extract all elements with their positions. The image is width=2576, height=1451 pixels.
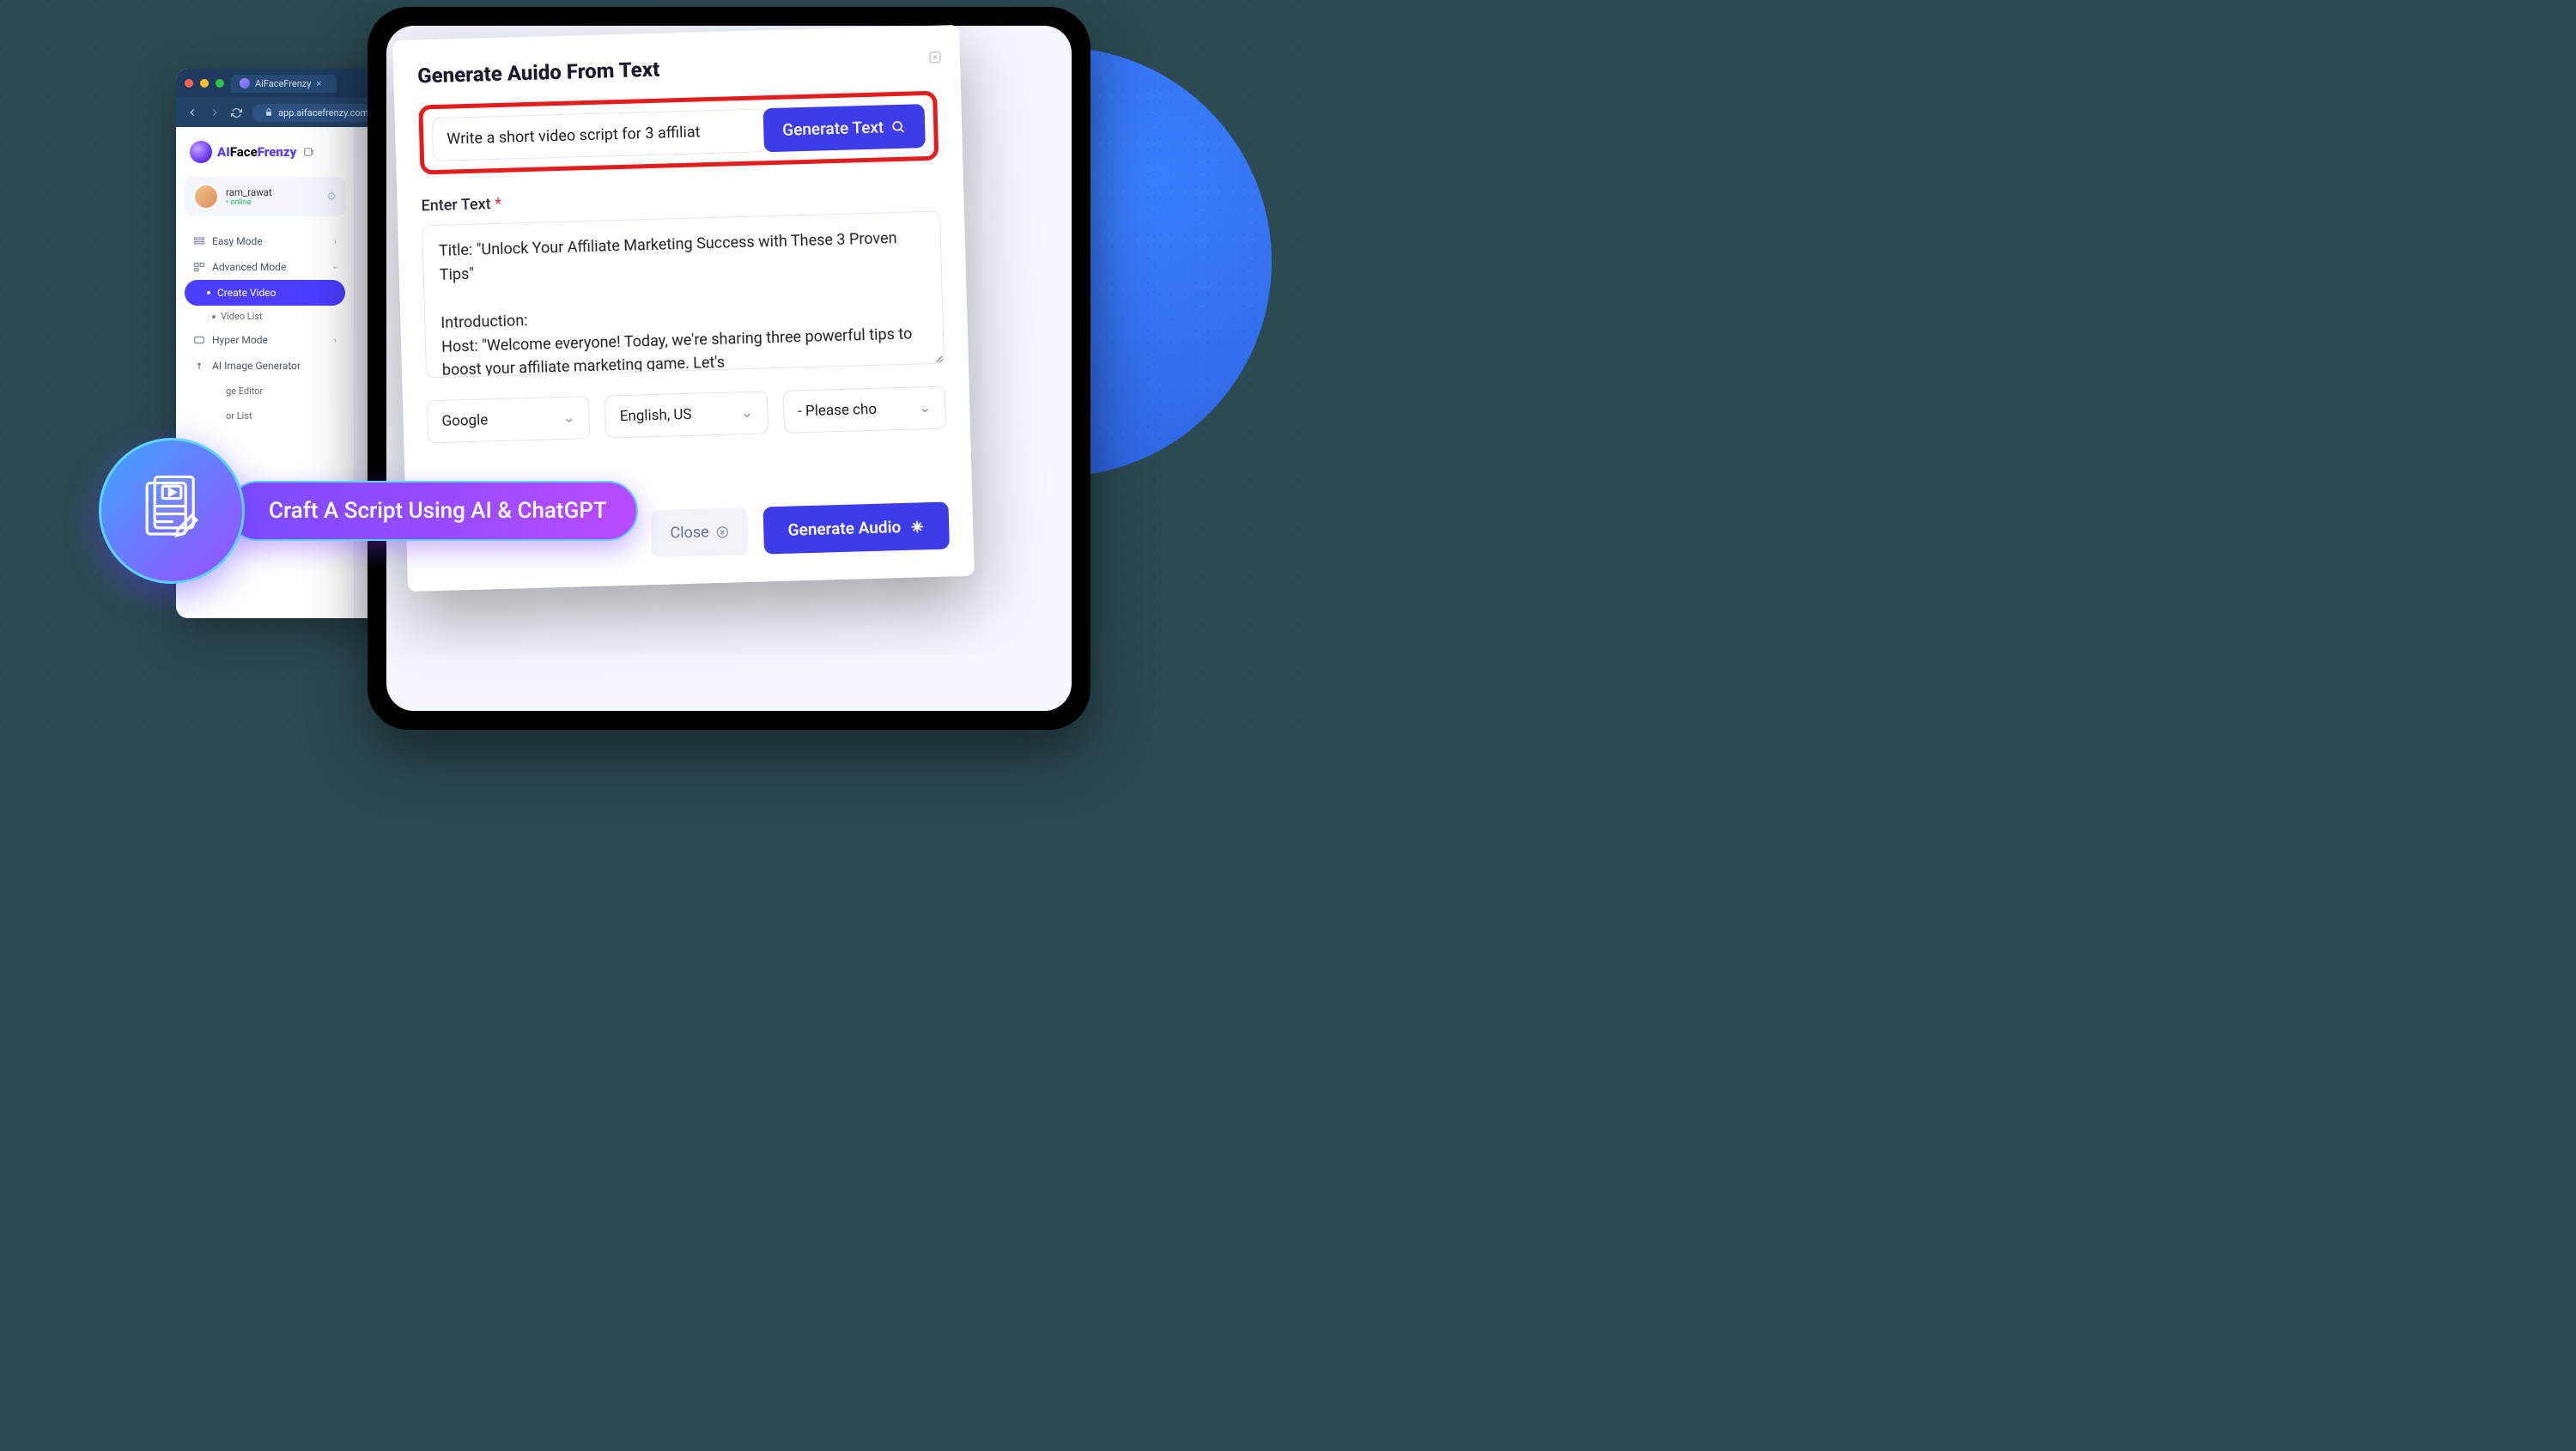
voice-select[interactable]: - Please cho ⌄ (782, 386, 946, 434)
traffic-light-max[interactable] (216, 79, 224, 88)
chevron-down-icon: ⌄ (562, 410, 575, 427)
badge-circle (99, 438, 245, 584)
avatar (193, 184, 219, 209)
generate-audio-button[interactable]: Generate Audio (763, 501, 950, 554)
lock-icon (264, 108, 273, 117)
nav-create-video[interactable]: Create Video (185, 280, 345, 306)
logo-text: AIFaceFrenzy (217, 144, 296, 160)
advanced-icon (193, 261, 205, 273)
chevron-down-icon: ⌄ (741, 404, 754, 422)
provider-select[interactable]: Google ⌄ (427, 396, 591, 443)
gear-icon[interactable]: ⚙ (326, 191, 337, 203)
chevron-right-icon: › (334, 236, 337, 247)
bullet-icon (212, 315, 216, 319)
user-name: ram_rawat (226, 186, 319, 198)
nav-ai-image-generator[interactable]: AI Image Generator (185, 353, 345, 379)
user-status: • online (226, 198, 319, 207)
tab-title: AiFaceFrenzy (255, 78, 311, 89)
sparkle-icon (909, 519, 925, 534)
nav-easy-mode[interactable]: Easy Mode › (185, 228, 345, 254)
traffic-light-close[interactable] (185, 79, 193, 88)
close-icon (927, 49, 943, 64)
badge-label: Craft A Script Using AI & ChatGPT (228, 481, 638, 541)
close-button[interactable]: Close (651, 507, 750, 557)
app-logo[interactable]: AIFaceFrenzy (185, 137, 345, 177)
nav-hyper-mode[interactable]: Hyper Mode › (185, 327, 345, 353)
bullet-icon (207, 291, 210, 294)
traffic-light-min[interactable] (200, 79, 209, 88)
script-textarea[interactable] (422, 211, 945, 379)
modal-title: Generate Auido From Text (417, 50, 937, 88)
chevron-right-icon: › (334, 335, 337, 346)
nav-video-list[interactable]: Video List (185, 306, 345, 327)
nav-back-icon[interactable] (186, 106, 198, 118)
nav-editor-list[interactable]: or List (185, 404, 345, 428)
tab-close-icon[interactable]: × (316, 78, 321, 89)
user-card[interactable]: ram_rawat • online ⚙ (185, 177, 345, 216)
promo-badge: Craft A Script Using AI & ChatGPT (99, 438, 638, 584)
chevron-up-icon: › (330, 265, 341, 268)
wand-icon (193, 360, 205, 372)
hyper-icon (193, 334, 205, 346)
enter-text-label: Enter Text * (421, 183, 939, 216)
language-select[interactable]: English, US ⌄ (605, 391, 769, 438)
logo-orb-icon (190, 141, 212, 163)
nav-forward-icon[interactable] (209, 106, 221, 118)
chevron-down-icon: ⌄ (919, 399, 932, 416)
close-icon (715, 525, 729, 538)
prompt-highlight-box: Generate Text (418, 91, 939, 175)
search-icon (890, 118, 906, 134)
tab-favicon (240, 78, 250, 88)
script-document-icon (133, 472, 210, 549)
browser-tab[interactable]: AiFaceFrenzy × (231, 75, 337, 93)
collapse-icon[interactable] (303, 146, 315, 158)
nav-advanced-mode[interactable]: Advanced Mode › (185, 254, 345, 280)
generate-text-button[interactable]: Generate Text (762, 104, 925, 152)
easy-icon (193, 235, 205, 247)
modal-close-button[interactable] (927, 49, 944, 68)
nav-image-editor[interactable]: ge Editor (185, 379, 345, 404)
prompt-input[interactable] (432, 108, 764, 161)
reload-icon[interactable] (231, 107, 242, 118)
